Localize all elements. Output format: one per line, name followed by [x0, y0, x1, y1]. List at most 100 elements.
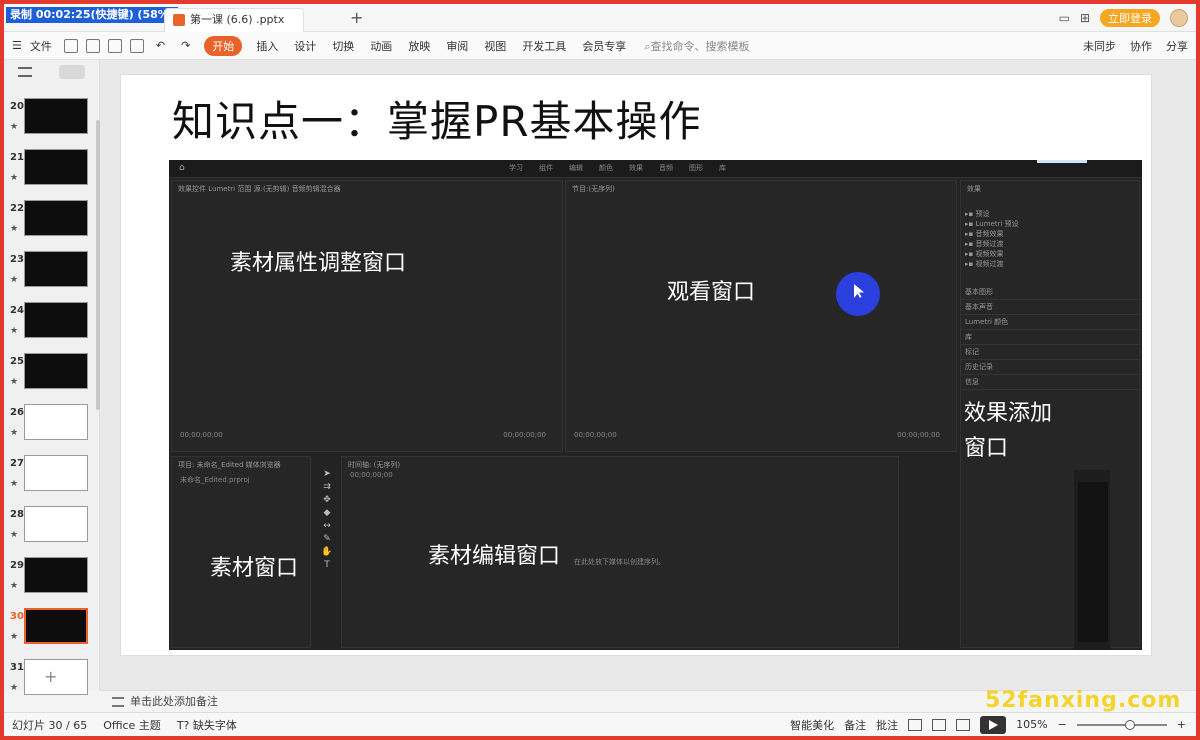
label-effects-window-line1[interactable]: 效果添加	[964, 395, 1052, 427]
slide-thumbnail[interactable]: 25 ★	[4, 351, 100, 401]
ripple-tool-icon: ✥	[323, 495, 331, 505]
pr-project-tab: 项目: 未命名_Edited 媒体浏览器	[178, 461, 281, 469]
slide-preview[interactable]	[24, 608, 88, 644]
avatar[interactable]	[1170, 9, 1188, 27]
command-search[interactable]: ⌕查找命令、搜索模板	[644, 38, 749, 54]
tab-review[interactable]: 审阅	[446, 38, 468, 54]
pr-timeline-timecode: 00;00;00;00	[350, 471, 393, 479]
pr-effects-folder: ▸▪ 音频效果	[965, 229, 1019, 239]
save-icon[interactable]	[63, 38, 78, 53]
pr-effects-row: 历史记录	[961, 360, 1139, 375]
folder-icon: ▸▪	[965, 240, 976, 248]
menu-icon[interactable]: ☰	[12, 39, 22, 52]
outline-view-icon[interactable]	[17, 67, 32, 77]
slide-number: 21	[10, 152, 24, 163]
slide-thumbnail[interactable]: 29 ★	[4, 555, 100, 605]
slide-preview[interactable]	[24, 98, 88, 134]
slide-thumbnail[interactable]: 27 ★	[4, 453, 100, 503]
reading-view-icon[interactable]	[956, 718, 971, 731]
pr-timeline-pane: 时间轴: (无序列) 00;00;00;00 在此处放下媒体以创建序列。	[341, 456, 899, 648]
new-tab-button[interactable]: +	[350, 8, 363, 27]
star-icon: ★	[10, 173, 19, 183]
pr-source-pane: 效果控件 Lumetri 范围 源:(无剪辑) 音频剪辑混合器 00;00;00…	[171, 180, 563, 452]
beautify-button[interactable]: 智能美化	[790, 717, 834, 733]
slide-preview[interactable]	[24, 353, 88, 389]
tab-animation[interactable]: 动画	[370, 38, 392, 54]
slideshow-play-button[interactable]	[980, 715, 1007, 734]
collaborate-button[interactable]: 协作	[1130, 38, 1152, 54]
zoom-slider-knob[interactable]	[1124, 719, 1135, 730]
undo-icon[interactable]: ↶	[156, 39, 165, 52]
notes-toggle[interactable]: 备注	[844, 717, 866, 733]
tab-start[interactable]: 开始	[204, 35, 243, 56]
slide-preview[interactable]	[24, 455, 88, 491]
tab-slideshow[interactable]: 放映	[408, 38, 430, 54]
zoom-slider[interactable]	[1076, 719, 1167, 730]
slide-thumbnail[interactable]: 28 ★	[4, 504, 100, 554]
add-slide-icon[interactable]: +	[44, 667, 57, 686]
slide-preview[interactable]	[24, 302, 88, 338]
slide-preview[interactable]	[24, 149, 88, 185]
slide-preview[interactable]	[24, 251, 88, 287]
pr-workspace-bar: ⌂ 学习 组件 编辑 颜色 效果 音频 图形 库	[169, 160, 1142, 178]
print-icon[interactable]	[107, 38, 122, 53]
tab-insert[interactable]: 插入	[256, 38, 278, 54]
tab-member[interactable]: 会员专享	[582, 38, 626, 54]
export-icon[interactable]	[85, 38, 100, 53]
label-effects-window-line2[interactable]: 窗口	[964, 430, 1008, 462]
slide-number: 24	[10, 305, 24, 316]
label-viewer-window[interactable]: 观看窗口	[667, 274, 755, 306]
tab-view[interactable]: 视图	[484, 38, 506, 54]
pr-effects-folder: ▸▪ 音频过渡	[965, 239, 1019, 249]
redo-icon[interactable]: ↷	[181, 39, 190, 52]
sync-status[interactable]: 未同步	[1083, 38, 1116, 54]
pr-audio-meter-bar	[1078, 482, 1108, 642]
slide-thumbnail[interactable]: 26 ★	[4, 402, 100, 452]
folder-icon: ▸▪	[965, 230, 976, 238]
missing-font-button[interactable]: T? 缺失字体	[177, 717, 237, 733]
thumbnail-view-icon[interactable]	[59, 65, 86, 79]
normal-view-icon[interactable]	[908, 718, 923, 731]
status-bar: 幻灯片 30 / 65 Office 主题 T? 缺失字体 智能美化 备注 批注…	[4, 712, 1196, 736]
zoom-level[interactable]: 105%	[1016, 718, 1047, 731]
theme-name[interactable]: Office 主题	[103, 717, 161, 733]
layout-icon[interactable]: ▭	[1059, 11, 1070, 25]
preview-icon[interactable]	[129, 38, 144, 53]
pen-tool-icon: ✎	[323, 534, 331, 544]
slide-thumbnail[interactable]: 22 ★	[4, 198, 100, 248]
ribbon-right: 未同步 协作 分享	[1083, 38, 1188, 54]
share-button[interactable]: 分享	[1166, 38, 1188, 54]
slide-title[interactable]: 知识点一：掌握PR基本操作	[172, 88, 702, 149]
zoom-in-icon[interactable]: +	[1177, 718, 1186, 731]
slide-preview[interactable]	[24, 200, 88, 236]
login-button[interactable]: 立即登录	[1100, 9, 1160, 27]
pr-effects-folder: ▸▪ Lumetri 预设	[965, 219, 1019, 229]
comment-toggle[interactable]: 批注	[876, 717, 898, 733]
apps-grid-icon[interactable]: ⊞	[1080, 11, 1090, 25]
pr-effects-folder-label: 音频过渡	[975, 240, 1004, 248]
file-menu[interactable]: 文件	[30, 38, 52, 54]
tab-design[interactable]: 设计	[294, 38, 316, 54]
slide-preview[interactable]	[24, 404, 88, 440]
razor-tool-icon: ◆	[323, 508, 331, 518]
pr-menu-item: 学习	[509, 164, 523, 172]
zoom-out-icon[interactable]: −	[1058, 718, 1067, 731]
slide-thumbnail[interactable]: 20 ★	[4, 96, 100, 146]
slide-thumbnail[interactable]: 24 ★	[4, 300, 100, 350]
label-editing-window[interactable]: 素材编辑窗口	[428, 538, 560, 570]
slide-preview[interactable]	[24, 557, 88, 593]
label-project-window[interactable]: 素材窗口	[210, 550, 298, 582]
slide-thumbnail[interactable]: 30 ★	[4, 606, 100, 656]
tab-transition[interactable]: 切换	[332, 38, 354, 54]
pr-menu-item: 组件	[539, 164, 553, 172]
star-icon: ★	[10, 122, 19, 132]
label-properties-window[interactable]: 素材属性调整窗口	[230, 245, 406, 277]
sorter-view-icon[interactable]	[932, 718, 947, 731]
slide-thumbnail[interactable]: 23 ★	[4, 249, 100, 299]
slide-preview[interactable]	[24, 506, 88, 542]
pr-source-timecode: 00;00;00;00	[180, 431, 223, 439]
selection-tool-icon: ➤	[323, 469, 331, 479]
tab-developer[interactable]: 开发工具	[522, 38, 566, 54]
slide-thumbnail[interactable]: 21 ★	[4, 147, 100, 197]
tab-document[interactable]: 第一课 (6.6) .pptx	[164, 8, 304, 32]
